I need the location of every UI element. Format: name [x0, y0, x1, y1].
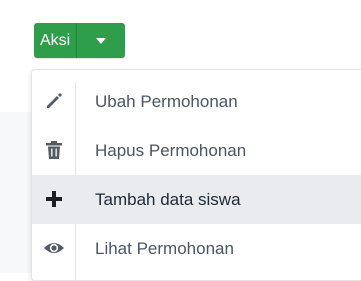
pencil-icon: [42, 89, 66, 113]
action-dropdown-menu: Ubah Permohonan Hapus Permohonan Tambah …: [31, 69, 361, 281]
action-dropdown-toggle[interactable]: [77, 23, 126, 58]
menu-item-label: Ubah Permohonan: [95, 92, 238, 111]
menu-item-lihat-permohonan[interactable]: Lihat Permohonan: [32, 224, 361, 273]
menu-item-tambah-data-siswa[interactable]: Tambah data siswa: [32, 175, 361, 224]
eye-icon: [42, 236, 66, 260]
menu-item-label: Hapus Permohonan: [95, 141, 247, 160]
menu-item-ubah-permohonan[interactable]: Ubah Permohonan: [32, 77, 361, 126]
caret-down-icon: [95, 32, 107, 50]
menu-item-label: Lihat Permohonan: [95, 239, 234, 258]
menu-item-hapus-permohonan[interactable]: Hapus Permohonan: [32, 126, 361, 175]
plus-icon: [42, 187, 66, 211]
trash-icon: [42, 138, 66, 162]
action-button-group: Aksi: [34, 23, 126, 58]
action-button[interactable]: Aksi: [34, 23, 78, 58]
menu-item-label: Tambah data siswa: [95, 190, 241, 209]
